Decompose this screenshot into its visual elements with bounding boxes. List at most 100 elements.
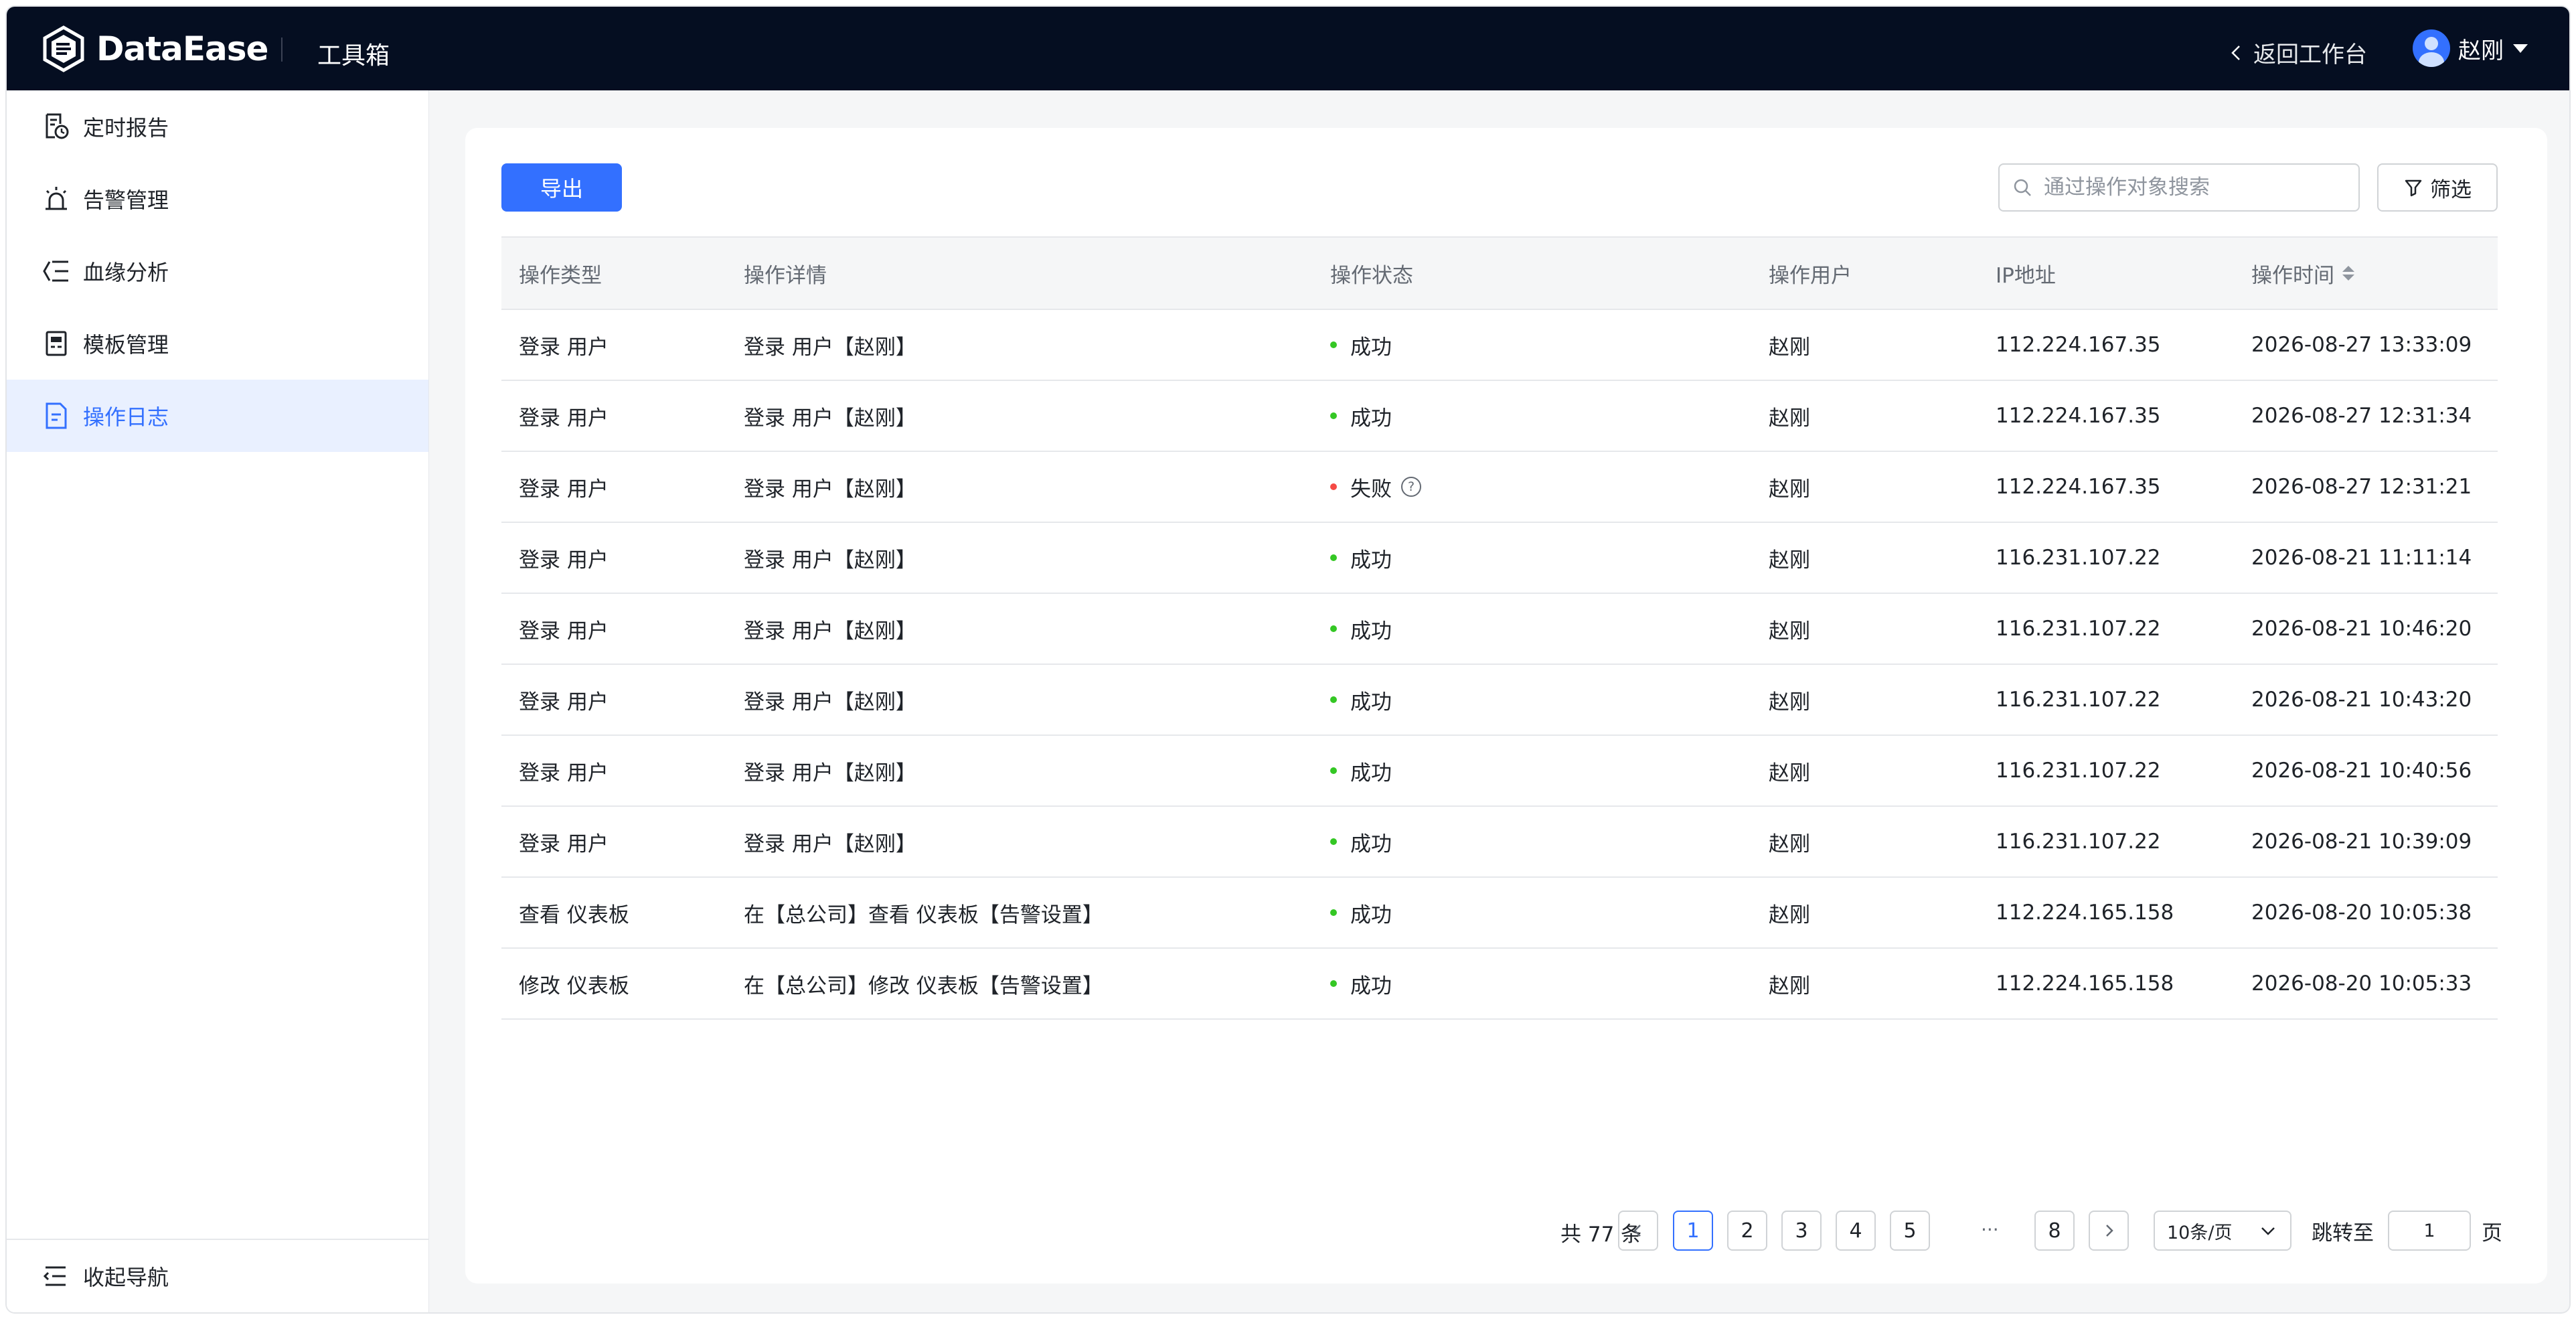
table-row[interactable]: 登录 用户 登录 用户【赵刚】 成功 赵刚 112.224.167.35 2026-08-… [501,381,2498,452]
table-row[interactable]: 登录 用户 登录 用户【赵刚】 失败? 赵刚 112.224.167.35 2026-08… [501,452,2498,523]
page-button-5[interactable]: 5 [1890,1211,1930,1251]
table-row[interactable]: 登录 用户 登录 用户【赵刚】 成功 赵刚 112.224.167.35 2026-08-… [501,310,2498,381]
column-header: 操作详情 [744,263,827,288]
header-divider [281,37,283,62]
ip-address: 112.224.167.35 [1996,475,2161,499]
more-pages[interactable]: ··· [1981,1211,1999,1248]
operation-time: 2026-08-20 10:05:33 [2251,972,2472,996]
operation-status: 失败? [1330,452,1421,522]
operation-status: 成功 [1330,807,1392,876]
page-button-3[interactable]: 3 [1781,1211,1822,1251]
sidebar-item-alarm[interactable]: 告警管理 [7,163,428,235]
operation-type: 登录 用户 [519,690,609,714]
operation-type: 登录 用户 [519,619,609,643]
table-row[interactable]: 登录 用户 登录 用户【赵刚】 成功 赵刚 116.231.107.22 2026-08-… [501,665,2498,736]
back-to-workbench-link[interactable]: 返回工作台 [2227,36,2367,69]
operation-status: 成功 [1330,736,1392,805]
sidebar-item-scheduled-report[interactable]: 定时报告 [7,90,428,163]
user-menu[interactable]: 赵刚 [2413,29,2528,67]
sidebar-item-lineage[interactable]: 血缘分析 [7,235,428,307]
table-row[interactable]: 查看 仪表板 在【总公司】查看 仪表板【告警设置】 成功 赵刚 112.224.165.… [501,878,2498,949]
column-header: 操作用户 [1769,263,1852,288]
operation-status: 成功 [1330,665,1392,734]
page-suffix: 页 [2482,1221,2502,1245]
ip-address: 116.231.107.22 [1996,759,2161,783]
column-header-label: 操作时间 [2251,263,2334,288]
page-button-2[interactable]: 2 [1727,1211,1767,1251]
operation-detail: 登录 用户【赵刚】 [744,761,916,785]
table-row[interactable]: 登录 用户 登录 用户【赵刚】 成功 赵刚 116.231.107.22 2026-08-… [501,594,2498,665]
status-dot-icon [1330,625,1337,632]
table-row[interactable]: 登录 用户 登录 用户【赵刚】 成功 赵刚 116.231.107.22 2026-08-… [501,736,2498,807]
status-dot-icon [1330,554,1337,561]
ip-address: 116.231.107.22 [1996,617,2161,641]
status-dot-icon [1330,980,1337,987]
page-button-1[interactable]: 1 [1673,1211,1713,1251]
search-box[interactable] [1998,163,2360,212]
operation-time: 2026-08-21 10:43:20 [2251,688,2472,712]
operation-status: 成功 [1330,381,1392,451]
search-input[interactable] [2042,175,2340,200]
user-name: 赵刚 [2458,37,2504,64]
ip-address: 112.224.167.35 [1996,333,2161,357]
ip-address: 116.231.107.22 [1996,688,2161,712]
status-text: 成功 [1350,406,1392,431]
column-header: 操作状态 [1330,263,1413,288]
table-row[interactable]: 修改 仪表板 在【总公司】修改 仪表板【告警设置】 成功 赵刚 112.224.165.… [501,949,2498,1020]
export-button[interactable]: 导出 [501,163,622,212]
dataease-logo[interactable]: DataEase [40,25,268,72]
status-dot-icon [1330,696,1337,703]
next-page-button[interactable] [2089,1211,2129,1251]
sidebar-item-label: 告警管理 [83,187,169,213]
jump-page-input[interactable]: 1 [2388,1211,2471,1251]
sidebar: 定时报告 告警管理 血缘分析 模板管理 操作日志 收起导航 [7,90,429,1312]
status-text: 成功 [1350,832,1392,856]
help-icon[interactable]: ? [1401,477,1421,497]
operation-detail: 登录 用户【赵刚】 [744,548,916,572]
filter-icon [2405,179,2422,197]
status-dot-icon [1330,341,1337,348]
sidebar-item-operation-log[interactable]: 操作日志 [7,380,428,452]
column-header-time[interactable]: 操作时间 [2251,238,2354,309]
operation-user: 赵刚 [1769,619,1810,643]
operation-user: 赵刚 [1769,690,1810,714]
operation-user: 赵刚 [1769,832,1810,856]
template-icon [46,331,67,356]
collapse-label: 收起导航 [83,1265,169,1290]
operation-status: 成功 [1330,878,1392,947]
status-dot-icon [1330,838,1337,845]
operation-status: 成功 [1330,310,1392,380]
table-row[interactable]: 登录 用户 登录 用户【赵刚】 成功 赵刚 116.231.107.22 2026-08-… [501,807,2498,878]
table-row[interactable]: 登录 用户 登录 用户【赵刚】 成功 赵刚 116.231.107.22 2026-08-… [501,523,2498,594]
prev-page-button[interactable] [1618,1211,1658,1251]
dataease-logo-icon [43,25,84,72]
chevron-down-icon [2261,1227,2275,1235]
avatar [2413,29,2450,67]
page-size-value: 10条/页 [2167,1222,2233,1243]
operation-status: 成功 [1330,949,1392,1018]
status-text: 成功 [1350,548,1392,572]
operation-type: 登录 用户 [519,335,609,360]
caret-down-icon [2513,44,2528,53]
operation-time: 2026-08-21 10:46:20 [2251,617,2472,641]
pagination: 共 77 条 1 2 3 4 5 ··· 8 10条/页 跳转至 1 页 [465,1211,2547,1253]
filter-button[interactable]: 筛选 [2377,163,2498,212]
sidebar-item-template[interactable]: 模板管理 [7,307,428,380]
status-dot-icon [1330,412,1337,419]
sidebar-item-label: 血缘分析 [83,260,169,285]
page-size-select[interactable]: 10条/页 [2154,1211,2291,1251]
page-button-last[interactable]: 8 [2034,1211,2075,1251]
chevron-left-icon [1633,1225,1641,1237]
page-button-4[interactable]: 4 [1836,1211,1876,1251]
status-dot-icon [1330,909,1337,916]
operation-status: 成功 [1330,523,1392,593]
operation-detail: 登录 用户【赵刚】 [744,690,916,714]
collapse-nav-button[interactable]: 收起导航 [7,1239,428,1312]
status-text: 成功 [1350,903,1392,927]
operation-time: 2026-08-27 13:33:09 [2251,333,2472,357]
sort-icon[interactable] [2342,266,2354,281]
status-text: 成功 [1350,974,1392,998]
operation-time: 2026-08-27 12:31:21 [2251,475,2472,499]
operation-detail: 登录 用户【赵刚】 [744,335,916,360]
alarm-icon [46,187,67,210]
